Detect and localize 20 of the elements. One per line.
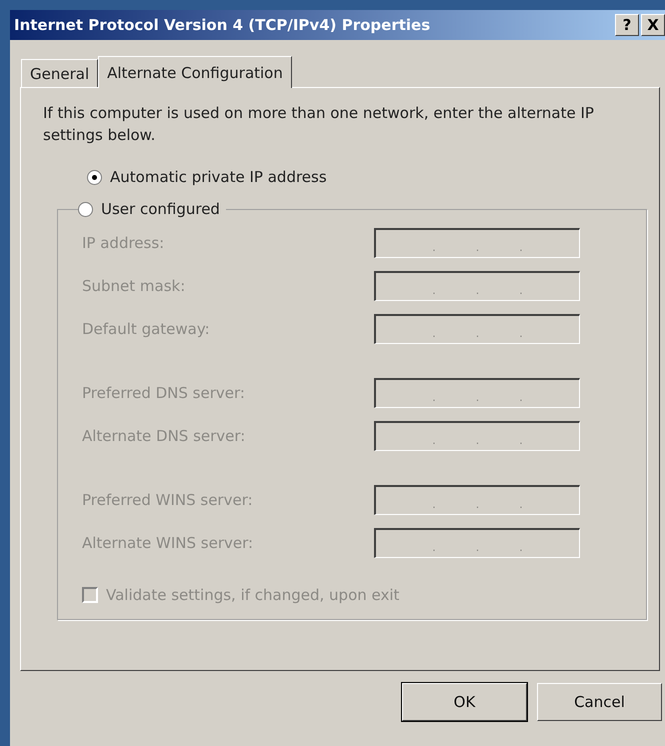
checkbox-label: Validate settings, if changed, upon exit bbox=[106, 586, 400, 604]
intro-text: If this computer is used on more than one network, enter the alternate IP settings below. bbox=[43, 103, 595, 146]
field-label: Alternate DNS server: bbox=[82, 427, 246, 445]
close-button[interactable]: X bbox=[641, 14, 665, 36]
radio-label: User configured bbox=[101, 200, 220, 218]
window-title: Internet Protocol Version 4 (TCP/IPv4) Properties bbox=[14, 16, 430, 34]
help-button[interactable]: ? bbox=[615, 14, 639, 36]
ok-button[interactable]: OK bbox=[402, 683, 527, 721]
field-label: IP address: bbox=[82, 234, 164, 252]
field-label: Default gateway: bbox=[82, 320, 210, 338]
field-label: Preferred WINS server: bbox=[82, 491, 253, 509]
radio-label: Automatic private IP address bbox=[110, 168, 327, 186]
radio-button[interactable] bbox=[78, 202, 93, 216]
field-label: Preferred DNS server: bbox=[82, 384, 245, 402]
field-label: Alternate WINS server: bbox=[82, 534, 254, 552]
tab[interactable]: Alternate Configuration bbox=[98, 56, 292, 88]
field-label: Subnet mask: bbox=[82, 277, 186, 295]
tab[interactable]: General bbox=[21, 59, 98, 87]
cancel-button[interactable]: Cancel bbox=[537, 683, 662, 721]
radio-button[interactable] bbox=[87, 170, 102, 184]
